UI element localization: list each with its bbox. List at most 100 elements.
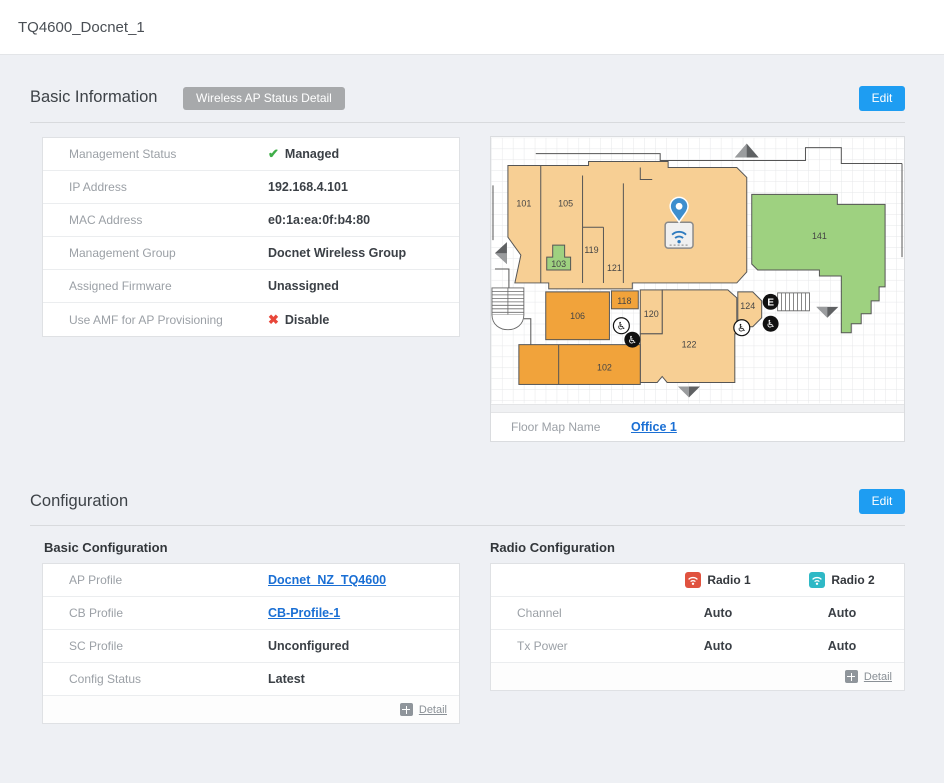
svg-text:♿: ♿: [617, 321, 626, 333]
floor-map-name-link[interactable]: Office 1: [631, 420, 677, 434]
detail-row: Detail: [491, 663, 904, 690]
detail-row: Detail: [43, 696, 459, 723]
stairs-right: [778, 293, 810, 311]
field-value: Unconfigured: [268, 639, 349, 653]
table-row: AP Profile Docnet_NZ_TQ4600: [43, 564, 459, 597]
room-label: 141: [812, 231, 827, 241]
wheelchair-icon: ♿: [763, 316, 779, 332]
radio-1-label: Radio 1: [707, 573, 750, 587]
wheelchair-icon: ♿: [624, 332, 640, 348]
configuration-edit-button[interactable]: Edit: [859, 489, 905, 514]
check-icon: [268, 146, 279, 162]
plus-icon[interactable]: [845, 670, 858, 683]
table-row: IP Address 192.168.4.101: [43, 171, 459, 204]
section-divider: [30, 525, 905, 526]
page-title: TQ4600_Docnet_1: [18, 19, 145, 36]
field-value: Managed: [285, 147, 339, 161]
table-row: CB Profile CB-Profile-1: [43, 597, 459, 630]
room-label: 101: [516, 198, 531, 208]
table-row: Management Group Docnet Wireless Group: [43, 237, 459, 270]
field-value: 192.168.4.101: [268, 180, 348, 194]
wheelchair-icon: ♿: [734, 320, 750, 336]
field-value: Docnet Wireless Group: [268, 246, 406, 260]
radio-2-txpower-value: Auto: [780, 639, 904, 653]
table-row: Assigned Firmware Unassigned: [43, 270, 459, 303]
room-label: 120: [644, 309, 659, 319]
radio-1-txpower-value: Auto: [656, 639, 780, 653]
field-label: CB Profile: [43, 606, 268, 620]
table-row: SC Profile Unconfigured: [43, 630, 459, 663]
radio-1-column-header: Radio 1: [656, 572, 780, 588]
room-label: 119: [584, 245, 598, 255]
basic-configuration-table: AP Profile Docnet_NZ_TQ4600 CB Profile C…: [42, 563, 460, 724]
field-label: Assigned Firmware: [43, 279, 268, 293]
wifi-icon: [809, 572, 825, 588]
field-label: Tx Power: [491, 639, 656, 653]
cb-profile-link[interactable]: CB-Profile-1: [268, 606, 340, 620]
table-row: Channel Auto Auto: [491, 597, 904, 630]
basic-config-detail-link[interactable]: Detail: [419, 704, 447, 716]
wheelchair-icon: ♿: [613, 318, 629, 334]
field-label: AP Profile: [43, 573, 268, 587]
stairs-left: [492, 288, 524, 330]
table-row: Use AMF for AP Provisioning Disable: [43, 303, 459, 336]
basic-information-table: Management Status Managed IP Address 192…: [42, 137, 460, 337]
room-label: 118: [617, 296, 631, 306]
radio-2-channel-value: Auto: [780, 606, 904, 620]
ap-device-icon: [665, 222, 693, 248]
field-value: Unassigned: [268, 279, 339, 293]
field-value: Disable: [285, 313, 329, 327]
room-upper-block: [508, 162, 747, 289]
radio-configuration-table: Radio 1 Radio 2 Channel Auto Auto Tx Pow…: [490, 563, 905, 691]
room-label: 121: [607, 263, 622, 273]
room-102: [519, 345, 640, 385]
room-label: 103: [551, 259, 566, 269]
field-label: Management Group: [43, 246, 268, 260]
field-value: e0:1a:ea:0f:b4:80: [268, 213, 370, 227]
svg-text:♿: ♿: [628, 334, 637, 346]
radio-config-detail-link[interactable]: Detail: [864, 671, 892, 683]
table-row: Tx Power Auto Auto: [491, 630, 904, 663]
floor-map: E ♿ ♿ ♿ ♿: [491, 137, 904, 404]
radio-table-header: Radio 1 Radio 2: [491, 564, 904, 597]
basic-information-heading: Basic Information: [30, 88, 157, 107]
plus-icon[interactable]: [400, 703, 413, 716]
elevator-icon: E: [763, 294, 779, 310]
basic-configuration-heading: Basic Configuration: [44, 540, 168, 555]
field-label: Channel: [491, 606, 656, 620]
svg-text:♿: ♿: [737, 323, 746, 335]
field-value: Latest: [268, 672, 305, 686]
configuration-heading: Configuration: [30, 492, 128, 511]
ap-detail-page: TQ4600_Docnet_1 Basic Information Wirele…: [0, 0, 944, 783]
wifi-icon: [685, 572, 701, 588]
section-divider: [30, 122, 905, 123]
radio-2-label: Radio 2: [831, 573, 874, 587]
radio-configuration-heading: Radio Configuration: [490, 540, 615, 555]
radio-1-channel-value: Auto: [656, 606, 780, 620]
room-label: 124: [740, 301, 755, 311]
page-header: TQ4600_Docnet_1: [0, 0, 944, 55]
table-row: Config Status Latest: [43, 663, 459, 696]
floor-map-footer: Floor Map Name Office 1: [491, 413, 904, 441]
field-label: MAC Address: [43, 213, 268, 227]
floor-map-name-label: Floor Map Name: [491, 420, 631, 434]
field-label: Management Status: [43, 147, 268, 161]
basic-information-edit-button[interactable]: Edit: [859, 86, 905, 111]
map-scrollbar[interactable]: [491, 404, 904, 413]
field-label: SC Profile: [43, 639, 268, 653]
table-row: Management Status Managed: [43, 138, 459, 171]
field-label: IP Address: [43, 180, 268, 194]
table-row: MAC Address e0:1a:ea:0f:b4:80: [43, 204, 459, 237]
ap-profile-link[interactable]: Docnet_NZ_TQ4600: [268, 573, 386, 587]
field-label: Config Status: [43, 672, 268, 686]
room-label: 122: [682, 340, 697, 350]
room-label: 102: [597, 363, 612, 373]
svg-text:E: E: [767, 297, 774, 308]
room-label: 105: [558, 198, 573, 208]
cross-icon: [268, 312, 279, 328]
radio-2-column-header: Radio 2: [780, 572, 904, 588]
svg-text:♿: ♿: [766, 319, 775, 331]
wireless-ap-status-detail-button[interactable]: Wireless AP Status Detail: [183, 87, 345, 110]
field-label: Use AMF for AP Provisioning: [43, 313, 268, 327]
room-label: 106: [570, 311, 585, 321]
